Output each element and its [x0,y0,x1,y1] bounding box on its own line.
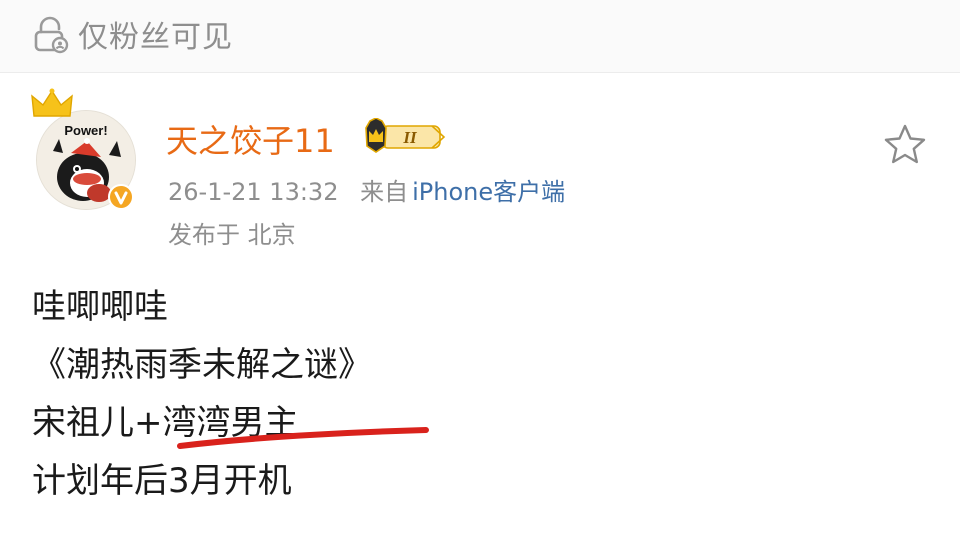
verified-v-icon [108,184,134,210]
author-avatar-group[interactable]: Power! [30,88,140,210]
avatar-text: Power! [64,123,107,138]
post-body: 哇唧唧哇 《潮热雨季未解之谜》 宋祖儿+湾湾男主 计划年后3月开机 [32,278,372,510]
source-client-link[interactable]: iPhone客户端 [412,178,565,206]
post-location: 发布于 北京 [168,221,296,249]
post-line: 宋祖儿+湾湾男主 [32,403,299,443]
visibility-bar: 仅粉丝可见 [0,0,960,72]
vip-level-text: II [402,128,418,147]
post-line: 计划年后3月开机 [32,461,292,501]
post-meta: 26-1-21 13:32 来自 iPhone客户端 [168,172,565,207]
visibility-indicator: 仅粉丝可见 [30,14,233,55]
star-icon[interactable] [882,122,928,168]
source-label: 来自 [360,178,409,206]
vip-level-badge[interactable]: II [352,118,448,154]
lock-icon [34,16,69,54]
post-timestamp: 26-1-21 13:32 [168,178,339,206]
divider [0,72,960,73]
post-line: 哇唧唧哇 [32,287,168,327]
author-name[interactable]: 天之饺子11 [166,116,335,162]
visibility-label: 仅粉丝可见 [78,20,233,55]
post-line: 《潮热雨季未解之谜》 [32,345,372,385]
crown-icon [31,88,73,117]
